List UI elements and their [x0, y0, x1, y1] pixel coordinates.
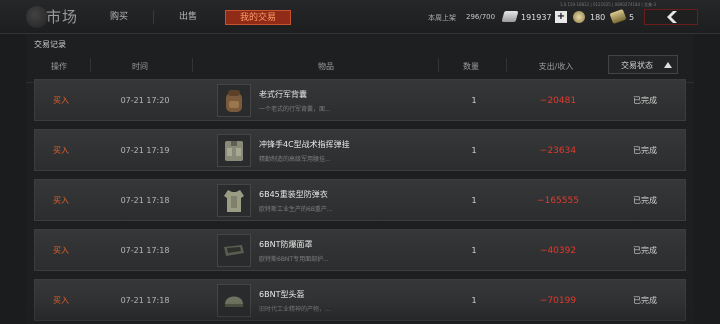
item-thumbnail[interactable] [217, 184, 251, 217]
chevron-left-icon [667, 11, 677, 23]
trade-type: 买入 [53, 96, 69, 105]
coins-balance: 180 [590, 13, 606, 22]
tab-sell[interactable]: 出售 [165, 10, 211, 25]
trade-status: 已完成 [633, 246, 657, 255]
trade-amount: −40392 [539, 246, 577, 256]
table-row[interactable]: 买入 07-21 17:19 冲锋手4C型战术指挥弹挂 精勤制造的高级军用腰挂.… [34, 129, 686, 171]
item-thumbnail[interactable] [217, 134, 251, 167]
column-divider [192, 58, 193, 72]
item-description: 精勤制造的高级军用腰挂... [259, 156, 331, 163]
body-armor-icon [224, 190, 244, 212]
trade-amount: −70199 [539, 296, 577, 306]
version-info: 1.0.159.16812 | 0121625 | 0800274184 | 北… [559, 2, 656, 7]
trade-amount: −23634 [539, 146, 577, 156]
sort-up-icon [664, 62, 672, 68]
trade-time: 07-21 17:19 [120, 146, 170, 155]
column-status: 交易状态 [621, 61, 653, 70]
table-row[interactable]: 买入 07-21 17:18 6BNT防爆面罩 欧特斯6BNT专用面部护... … [34, 229, 686, 271]
trade-type: 买入 [53, 146, 69, 155]
column-divider [506, 58, 507, 72]
trade-type: 买入 [53, 296, 69, 305]
column-divider [438, 58, 439, 72]
trade-type: 买入 [53, 246, 69, 255]
item-name: 老式行军背囊 [259, 90, 307, 99]
item-description: 欧特斯工业生产的6B重产... [259, 206, 333, 213]
table-row[interactable]: 买入 07-21 17:18 6BNT型头盔 旧时代工业精神的产物，... 1 … [34, 279, 686, 321]
coin-icon [573, 11, 585, 23]
tab-divider [153, 10, 154, 24]
bills-icon [501, 11, 519, 22]
back-button[interactable] [644, 9, 698, 25]
face-shield-icon [224, 245, 244, 256]
table-row[interactable]: 买入 07-21 17:20 老式行军背囊 一个老式的行军背囊，面... 1 −… [34, 79, 686, 121]
trade-amount: −20481 [539, 96, 577, 106]
tokens-balance: 5 [629, 13, 635, 22]
column-qty: 数量 [463, 62, 479, 71]
chest-rig-icon [225, 141, 243, 161]
token-icon [609, 8, 627, 25]
item-quantity: 1 [471, 146, 477, 155]
item-name: 6BNT防爆面罩 [259, 240, 313, 249]
item-name: 6B45重装型防弹衣 [259, 190, 328, 199]
column-time: 时间 [132, 62, 148, 71]
trade-status: 已完成 [633, 96, 657, 105]
trade-time: 07-21 17:20 [120, 96, 170, 105]
column-item: 物品 [318, 62, 334, 71]
item-thumbnail[interactable] [217, 234, 251, 267]
column-pay: 支出/收入 [538, 62, 574, 71]
column-status-sort[interactable]: 交易状态 [608, 55, 678, 74]
item-thumbnail[interactable] [217, 84, 251, 117]
item-thumbnail[interactable] [217, 284, 251, 317]
trade-status: 已完成 [633, 196, 657, 205]
helmet-icon [225, 296, 243, 307]
trade-time: 07-21 17:18 [120, 246, 170, 255]
trade-type: 买入 [53, 196, 69, 205]
item-name: 冲锋手4C型战术指挥弹挂 [259, 140, 350, 149]
bills-balance: 191937 [521, 13, 552, 22]
weekly-listing-label: 本周上架 [428, 14, 456, 22]
item-quantity: 1 [471, 196, 477, 205]
top-bar: 市场 购买 出售 我的交易 1.0.159.16812 | 0121625 | … [0, 0, 720, 34]
item-quantity: 1 [471, 246, 477, 255]
trade-amount: −165555 [537, 196, 579, 206]
item-name: 6BNT型头盔 [259, 290, 305, 299]
panel-title: 交易记录 [34, 40, 66, 49]
item-description: 欧特斯6BNT专用面部护... [259, 256, 329, 263]
trade-status: 已完成 [633, 146, 657, 155]
item-description: 一个老式的行军背囊，面... [259, 106, 331, 113]
column-divider [90, 58, 91, 72]
table-row[interactable]: 买入 07-21 17:18 6B45重装型防弹衣 欧特斯工业生产的6B重产..… [34, 179, 686, 221]
page-title: 市场 [46, 8, 79, 26]
weekly-listing-value: 296/700 [466, 13, 496, 21]
plus-icon[interactable]: + [555, 11, 567, 23]
backpack-icon [226, 90, 242, 112]
tab-buy[interactable]: 购买 [96, 10, 142, 25]
item-quantity: 1 [471, 296, 477, 305]
column-op: 操作 [51, 62, 67, 71]
trade-time: 07-21 17:18 [120, 196, 170, 205]
trade-records-panel: 交易记录 操作 时间 物品 数量 支出/收入 交易状态 买入 07-21 17:… [26, 34, 694, 324]
trade-time: 07-21 17:18 [120, 296, 170, 305]
tab-my-trades[interactable]: 我的交易 [225, 10, 291, 25]
globe-icon [26, 6, 48, 28]
item-description: 旧时代工业精神的产物，... [259, 306, 331, 313]
trade-status: 已完成 [633, 296, 657, 305]
item-quantity: 1 [471, 96, 477, 105]
